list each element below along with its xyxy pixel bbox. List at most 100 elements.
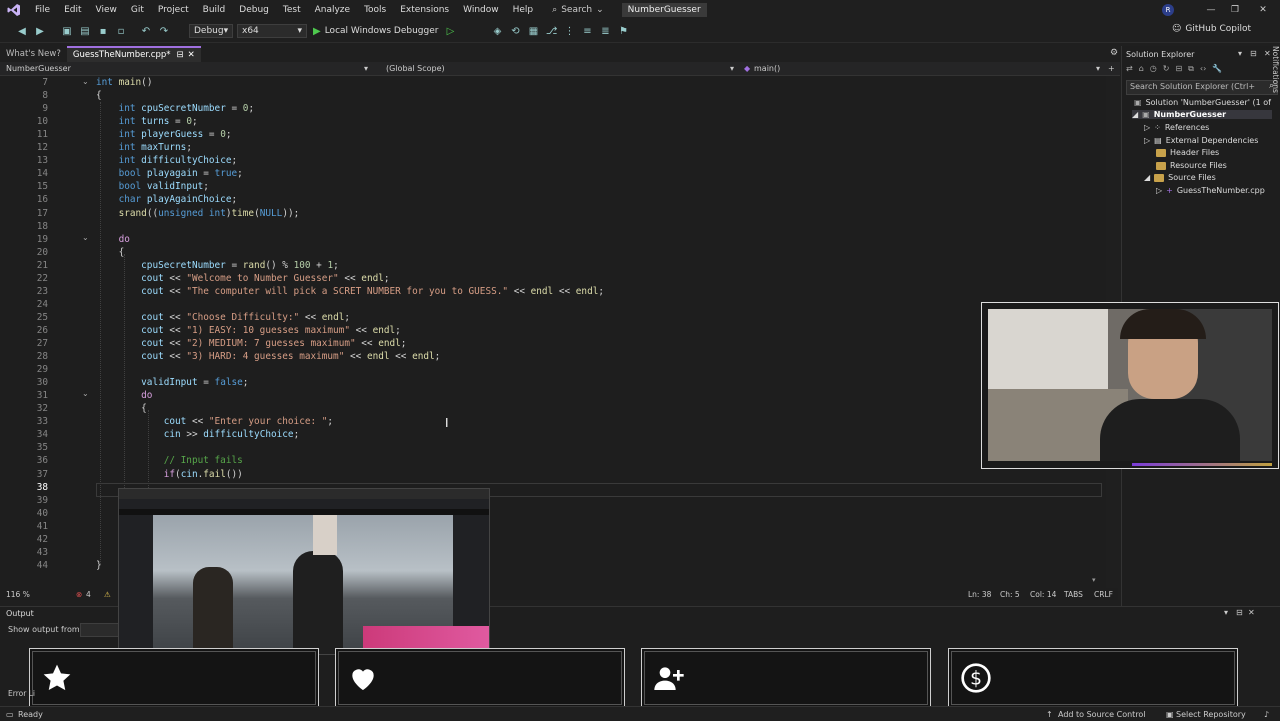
- like-panel[interactable]: [335, 648, 625, 708]
- code-line[interactable]: 27 cout << "2) MEDIUM: 7 guesses maximum…: [0, 337, 1100, 350]
- platform-select[interactable]: x64 ▾: [237, 24, 307, 38]
- options-icon[interactable]: ▾: [1238, 49, 1242, 58]
- pin-icon[interactable]: ⊟: [1250, 49, 1257, 58]
- error-list-tab[interactable]: Error Li: [8, 689, 35, 698]
- menu-project[interactable]: Project: [151, 5, 196, 15]
- code-line[interactable]: 36 // Input fails: [0, 454, 1100, 467]
- code-line[interactable]: 19 do: [0, 233, 1100, 246]
- line-ending[interactable]: CRLF: [1094, 590, 1113, 599]
- menu-help[interactable]: Help: [506, 5, 541, 15]
- scope-dropdown[interactable]: (Global Scope): [386, 64, 445, 73]
- fold-icon[interactable]: ⌄: [82, 233, 89, 242]
- configuration-select[interactable]: Debug ▾: [189, 24, 233, 38]
- show-all-icon[interactable]: ⧉: [1188, 64, 1194, 76]
- code-line[interactable]: 22 cout << "Welcome to Number Guesser" <…: [0, 272, 1100, 285]
- scroll-down-icon[interactable]: ▾: [1092, 576, 1096, 584]
- uncomment-icon[interactable]: ≣: [597, 23, 613, 39]
- code-line[interactable]: 7 int main(): [0, 76, 1100, 89]
- code-line[interactable]: 14 bool playagain = true;: [0, 167, 1100, 180]
- code-line[interactable]: 12 int maxTurns;: [0, 141, 1100, 154]
- properties-icon[interactable]: 🔧: [1212, 64, 1222, 76]
- bell-icon[interactable]: ♪: [1264, 710, 1269, 719]
- history-icon[interactable]: ◷: [1150, 64, 1157, 76]
- code-line[interactable]: 35: [0, 441, 1100, 454]
- code-line[interactable]: 20 {: [0, 246, 1100, 259]
- resource-files-node[interactable]: Resource Files: [1156, 161, 1227, 170]
- pin-icon[interactable]: ⊟: [1236, 608, 1243, 617]
- project-dropdown[interactable]: NumberGuesser: [6, 64, 71, 73]
- code-line[interactable]: 28 cout << "3) HARD: 4 guesses maximum" …: [0, 350, 1100, 363]
- solution-node[interactable]: ▣ Solution 'NumberGuesser' (1 of: [1134, 98, 1271, 107]
- tab-guess-the-number[interactable]: GuessTheNumber.cpp* ⊟ ✕: [66, 46, 201, 62]
- donate-panel[interactable]: $: [948, 648, 1238, 708]
- project-node[interactable]: ◢ ▣ NumberGuesser: [1132, 110, 1272, 119]
- code-line[interactable]: 10 int turns = 0;: [0, 115, 1100, 128]
- new-item-icon[interactable]: ▣: [59, 23, 75, 39]
- settings-icon[interactable]: ⚙: [1110, 48, 1118, 58]
- output-source-select[interactable]: [80, 623, 122, 637]
- menu-extensions[interactable]: Extensions: [393, 5, 456, 15]
- tabs-mode[interactable]: TABS: [1064, 590, 1083, 599]
- code-line[interactable]: 15 bool validInput;: [0, 180, 1100, 193]
- code-line[interactable]: 23 cout << "The computer will pick a SCR…: [0, 285, 1100, 298]
- code-line[interactable]: 24: [0, 298, 1100, 311]
- close-tab-icon[interactable]: ✕: [188, 50, 195, 60]
- notifications-tab[interactable]: Notifications: [1264, 46, 1280, 106]
- tab-whats-new[interactable]: What's New?: [0, 46, 67, 62]
- code-line[interactable]: 9 int cpuSecretNumber = 0;: [0, 102, 1100, 115]
- menu-tools[interactable]: Tools: [357, 5, 393, 15]
- back-icon[interactable]: ◀: [14, 23, 30, 39]
- add-source-control-button[interactable]: Add to Source Control: [1058, 710, 1146, 719]
- search-button[interactable]: ⌕ Search ⌄: [546, 5, 610, 15]
- redo-icon[interactable]: ↷: [156, 23, 172, 39]
- code-line[interactable]: 18: [0, 220, 1100, 233]
- source-file-node[interactable]: ▷ + GuessTheNumber.cpp: [1156, 186, 1265, 195]
- home-icon[interactable]: ⌂: [1139, 64, 1144, 76]
- git-icon[interactable]: ⎇: [543, 23, 559, 39]
- bookmark-icon[interactable]: ⚑: [615, 23, 631, 39]
- subscribe-panel[interactable]: [641, 648, 931, 708]
- references-node[interactable]: ▷ ⁘ References: [1144, 123, 1209, 132]
- menu-file[interactable]: File: [28, 5, 57, 15]
- code-line[interactable]: 25 cout << "Choose Difficulty:" << endl;: [0, 311, 1100, 324]
- code-line[interactable]: 29: [0, 363, 1100, 376]
- fold-icon[interactable]: ⌄: [82, 77, 89, 86]
- attach-icon[interactable]: ◈: [489, 23, 505, 39]
- maximize-icon[interactable]: ❐: [1220, 0, 1250, 20]
- collapse-icon[interactable]: ⊟: [1175, 64, 1182, 76]
- forward-icon[interactable]: ▶: [32, 23, 48, 39]
- code-line[interactable]: 32 {: [0, 402, 1100, 415]
- code-view-icon[interactable]: ‹›: [1200, 64, 1206, 76]
- code-line[interactable]: 34 cin >> difficultyChoice;: [0, 428, 1100, 441]
- follow-panel[interactable]: [29, 648, 319, 708]
- zoom-level[interactable]: 116 %: [6, 590, 30, 599]
- comment-icon[interactable]: ≡: [579, 23, 595, 39]
- solution-search-input[interactable]: Search Solution Explorer (Ctrl+ ⌕: [1126, 80, 1278, 95]
- close-icon[interactable]: ✕: [1248, 0, 1278, 20]
- pin-icon[interactable]: ⊟: [177, 50, 184, 60]
- code-line[interactable]: 33 cout << "Enter your choice: ";: [0, 415, 1100, 428]
- copilot-button[interactable]: ☺ GitHub Copilot: [1172, 24, 1251, 34]
- code-line[interactable]: 37 if(cin.fail()): [0, 468, 1100, 481]
- code-line[interactable]: 11 int playerGuess = 0;: [0, 128, 1100, 141]
- menu-git[interactable]: Git: [124, 5, 151, 15]
- code-line[interactable]: 8{: [0, 89, 1100, 102]
- menu-debug[interactable]: Debug: [232, 5, 276, 15]
- browser-preview-popup[interactable]: [118, 488, 490, 655]
- code-line[interactable]: 31 do: [0, 389, 1100, 402]
- sync-icon[interactable]: ⇄: [1126, 64, 1133, 76]
- options-icon[interactable]: ▾: [1224, 608, 1228, 617]
- error-count[interactable]: 4: [86, 590, 91, 599]
- menu-test[interactable]: Test: [276, 5, 308, 15]
- undo-icon[interactable]: ↶: [138, 23, 154, 39]
- menu-edit[interactable]: Edit: [57, 5, 88, 15]
- breakpoint-icon[interactable]: ⋮: [561, 23, 577, 39]
- code-line[interactable]: 17 srand((unsigned int)time(NULL));: [0, 207, 1100, 220]
- save-icon[interactable]: ▪: [95, 23, 111, 39]
- external-deps-node[interactable]: ▷ ▤ External Dependencies: [1144, 136, 1258, 145]
- close-icon[interactable]: ✕: [1248, 608, 1255, 617]
- hot-reload-icon[interactable]: ⟲: [507, 23, 523, 39]
- function-dropdown[interactable]: main(): [754, 64, 780, 73]
- start-debugging-button[interactable]: ▶ Local Windows Debugger: [313, 26, 438, 37]
- save-all-icon[interactable]: ▫: [113, 23, 129, 39]
